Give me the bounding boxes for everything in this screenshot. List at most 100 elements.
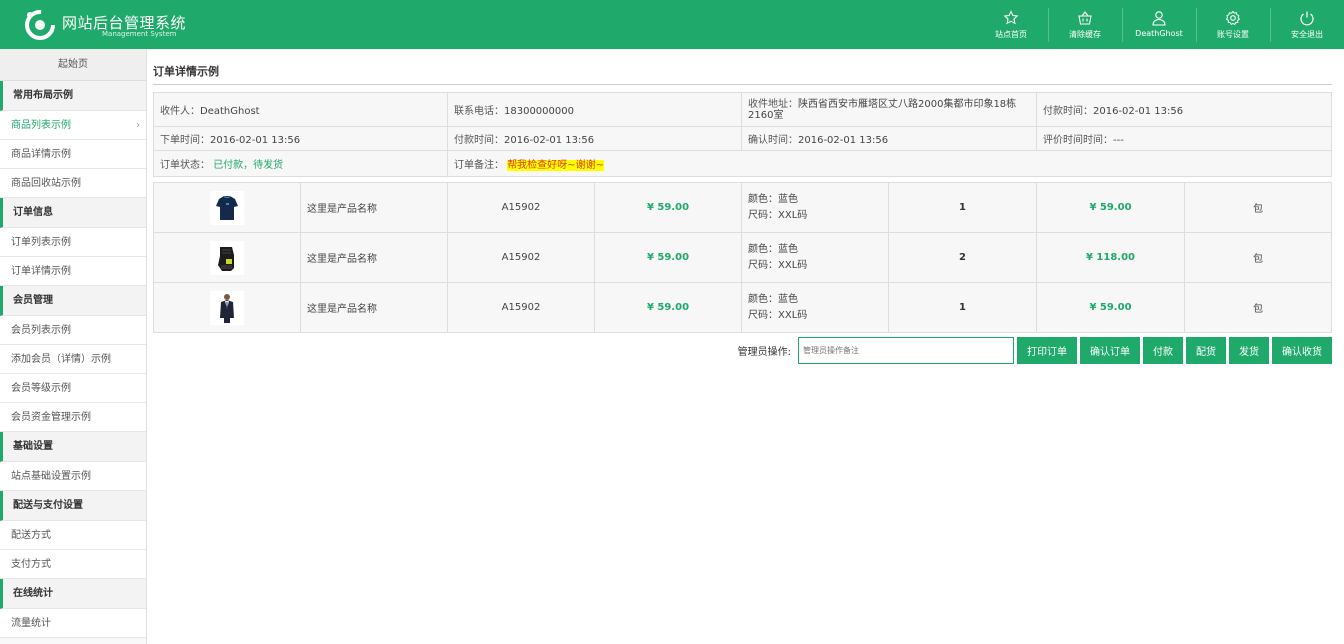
sidebar-section-title[interactable]: 基础设置: [0, 432, 146, 462]
product-size: 尺码：XXL码: [748, 309, 808, 321]
sidebar-item-add-member[interactable]: 添加会员（详情）示例: [0, 345, 146, 374]
basket-icon: [1078, 11, 1092, 25]
order-info-table: 收件人：DeathGhost 联系电话：18300000000 收件地址：陕西省…: [153, 92, 1332, 177]
print-order-button[interactable]: 打印订单: [1017, 337, 1077, 364]
nav-label: 站点首页: [995, 30, 1027, 39]
order-note-value: 帮我检查好呀~谢谢~: [507, 160, 604, 171]
sidebar-item-site-settings[interactable]: 站点基础设置示例: [0, 462, 146, 491]
table-row: 这里是产品名称 A15902 ¥ 59.00 颜色：蓝色 尺码：XXL码 1 ¥ …: [153, 282, 1332, 333]
star-icon: [1003, 10, 1019, 25]
phone-label: 联系电话：: [454, 106, 504, 117]
address-line2: 2160室: [748, 109, 784, 121]
product-total: ¥ 59.00: [1036, 282, 1185, 333]
sidebar-item-product-list[interactable]: 商品列表示例 ›: [0, 111, 146, 140]
table-row: 这里是产品名称 A15902 ¥ 59.00 颜色：蓝色 尺码：XXL码 2 ¥ …: [153, 232, 1332, 283]
allocate-button[interactable]: 配货: [1186, 337, 1226, 364]
gear-icon: [1225, 10, 1240, 26]
sidebar-item-traffic[interactable]: 流量统计: [0, 609, 146, 638]
sidebar-item-member-funds[interactable]: 会员资金管理示例: [0, 403, 146, 432]
product-price: ¥ 59.00: [594, 282, 742, 333]
address-line1: 陕西省西安市雁塔区丈八路2000集都市印象18栋: [798, 98, 1017, 110]
page-title: 订单详情示例: [153, 49, 1332, 85]
nav-label: 安全退出: [1291, 30, 1323, 39]
nav-label: 账号设置: [1217, 30, 1249, 39]
product-total: ¥ 59.00: [1036, 182, 1185, 233]
sidebar-item-label: 商品列表示例: [11, 120, 71, 131]
status-label: 订单状态：: [160, 160, 210, 171]
sidebar-start-page[interactable]: 起始页: [0, 49, 146, 81]
review-time-value: ---: [1113, 135, 1124, 146]
product-shipping: 包: [1184, 232, 1332, 283]
pay-time2-value: 2016-02-01 13:56: [504, 135, 595, 146]
sidebar-item-order-list[interactable]: 订单列表示例: [0, 228, 146, 257]
order-time-value: 2016-02-01 13:56: [210, 135, 301, 146]
product-qty: 1: [888, 182, 1037, 233]
pay-button[interactable]: 付款: [1143, 337, 1183, 364]
sidebar-item-product-recycle[interactable]: 商品回收站示例: [0, 169, 146, 198]
admin-note-input[interactable]: [798, 337, 1014, 364]
top-nav: 站点首页 清除缓存 DeathGhost 账号设置 安全退出: [974, 0, 1344, 49]
product-name: 这里是产品名称: [300, 182, 448, 233]
product-code: A15902: [447, 232, 595, 283]
product-code: A15902: [447, 282, 595, 333]
product-qty: 2: [888, 232, 1037, 283]
nav-label: DeathGhost: [1135, 29, 1183, 38]
sidebar-section-title[interactable]: 配送与支付设置: [0, 491, 146, 521]
product-total: ¥ 118.00: [1036, 232, 1185, 283]
confirm-receipt-button[interactable]: 确认收货: [1272, 337, 1332, 364]
app-subtitle: Management System: [102, 30, 177, 38]
suit-thumb-image: [210, 290, 244, 325]
product-table: 这里是产品名称 A15902 ¥ 59.00 颜色：蓝色 尺码：XXL码 1 ¥ …: [153, 182, 1332, 333]
product-shipping: 包: [1184, 282, 1332, 333]
sidebar-item-delivery[interactable]: 配送方式: [0, 521, 146, 550]
shirt-thumb-image: [210, 190, 244, 225]
logo-icon: [25, 10, 55, 40]
pay-time2-label: 付款时间：: [454, 135, 504, 146]
sidebar-section-title[interactable]: 会员管理: [0, 286, 146, 316]
phone-value: 18300000000: [504, 106, 574, 117]
pay-time-value: 2016-02-01 13:56: [1093, 106, 1184, 117]
chevron-right-icon: ›: [136, 120, 140, 131]
status-value: 已付款，待发货: [213, 160, 284, 171]
product-price: ¥ 59.00: [594, 182, 742, 233]
power-icon: [1300, 11, 1314, 26]
admin-action-bar: 管理员操作: 打印订单 确认订单 付款 配货 发货 确认收货: [738, 337, 1332, 364]
review-time-label: 评价时间时间：: [1043, 135, 1113, 146]
sidebar-item-member-list[interactable]: 会员列表示例: [0, 316, 146, 345]
sidebar-item-payment[interactable]: 支付方式: [0, 550, 146, 579]
main-content: 订单详情示例 收件人：DeathGhost 联系电话：18300000000 收…: [153, 49, 1332, 364]
product-size: 尺码：XXL码: [748, 259, 808, 271]
table-row: 这里是产品名称 A15902 ¥ 59.00 颜色：蓝色 尺码：XXL码 1 ¥ …: [153, 182, 1332, 233]
glove-thumb-image: [210, 240, 244, 275]
product-color: 颜色：蓝色: [748, 193, 798, 205]
nav-clear-cache[interactable]: 清除缓存: [1048, 0, 1122, 49]
ship-button[interactable]: 发货: [1229, 337, 1269, 364]
product-color: 颜色：蓝色: [748, 293, 798, 305]
nav-label: 清除缓存: [1069, 30, 1101, 39]
nav-site-home[interactable]: 站点首页: [974, 0, 1048, 49]
note-label: 订单备注：: [454, 160, 504, 171]
sidebar-item-order-detail[interactable]: 订单详情示例: [0, 257, 146, 286]
confirm-order-button[interactable]: 确认订单: [1080, 337, 1140, 364]
sidebar-section-title[interactable]: 常用布局示例: [0, 81, 146, 111]
receiver-label: 收件人：: [160, 106, 200, 117]
product-code: A15902: [447, 182, 595, 233]
top-header: 网站后台管理系统 Management System 站点首页 清除缓存 Dea…: [0, 0, 1344, 49]
confirm-time-value: 2016-02-01 13:56: [798, 135, 889, 146]
confirm-time-label: 确认时间：: [748, 135, 798, 146]
sidebar-item-member-level[interactable]: 会员等级示例: [0, 374, 146, 403]
sidebar-section-title[interactable]: 订单信息: [0, 198, 146, 228]
admin-action-label: 管理员操作:: [737, 347, 791, 358]
nav-logout[interactable]: 安全退出: [1270, 0, 1344, 49]
nav-user[interactable]: DeathGhost: [1122, 0, 1196, 49]
receiver-value: DeathGhost: [200, 106, 260, 117]
user-icon: [1152, 11, 1166, 26]
order-time-label: 下单时间：: [160, 135, 210, 146]
nav-account-settings[interactable]: 账号设置: [1196, 0, 1270, 49]
address-label: 收件地址：: [748, 98, 798, 110]
sidebar-section-title[interactable]: 在线统计: [0, 579, 146, 609]
product-name: 这里是产品名称: [300, 282, 448, 333]
sidebar: 起始页 常用布局示例 商品列表示例 › 商品详情示例 商品回收站示例 订单信息 订…: [0, 49, 147, 644]
pay-time-label: 付款时间：: [1043, 106, 1093, 117]
sidebar-item-product-detail[interactable]: 商品详情示例: [0, 140, 146, 169]
